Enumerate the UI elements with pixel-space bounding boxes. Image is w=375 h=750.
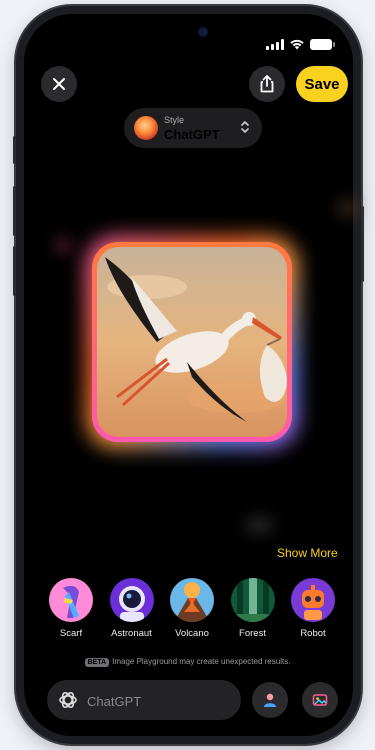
person-icon	[264, 693, 276, 707]
suggestion-forest[interactable]: Forest	[226, 578, 280, 639]
suggestion-label: Robot	[300, 628, 326, 639]
volume-down-button	[13, 246, 16, 296]
generated-image[interactable]	[92, 242, 292, 442]
share-icon	[260, 75, 274, 93]
suggestions-title: Suggestions	[48, 546, 127, 561]
suggestion-label: Forest	[239, 628, 266, 639]
chevron-updown-icon	[241, 121, 249, 133]
wifi-icon	[290, 39, 304, 50]
style-kicker: Style	[164, 115, 185, 125]
suggestion-label: Scarf	[59, 628, 83, 639]
battery-icon	[310, 39, 335, 50]
suggestions-row: Scarf Astronaut Volcano Forest Robot	[44, 578, 340, 639]
signal-icon	[266, 39, 284, 50]
prompt-input[interactable]	[85, 690, 239, 712]
dynamic-island	[122, 18, 220, 46]
volume-up-button	[13, 186, 16, 236]
robot-icon	[291, 578, 335, 622]
suggestion-label: Volcano	[175, 628, 209, 639]
disclaimer-text: Image Playground may create unexpected r…	[112, 657, 291, 666]
suggestion-astronaut[interactable]: Astronaut	[105, 578, 159, 639]
scarf-icon	[49, 578, 93, 622]
prompt-bar[interactable]	[47, 680, 241, 720]
disclaimer: BETA Image Playground may create unexpect…	[0, 657, 375, 667]
suggestion-scarf[interactable]: Scarf	[44, 578, 98, 639]
action-button	[13, 136, 16, 164]
suggestion-label: Astronaut	[111, 628, 152, 639]
beta-badge: BETA	[84, 658, 110, 667]
astronaut-icon	[109, 578, 154, 622]
share-button[interactable]	[249, 66, 285, 102]
camera-dot	[198, 27, 208, 37]
status-icons	[266, 39, 335, 50]
style-name: ChatGPT	[164, 127, 220, 142]
suggestion-volcano[interactable]: Volcano	[165, 578, 219, 639]
volcano-icon	[170, 578, 214, 622]
status-time: 9:41	[52, 24, 83, 41]
ambient-glow	[56, 238, 70, 252]
photo-icon	[312, 694, 328, 706]
person-button[interactable]	[252, 682, 288, 718]
save-button[interactable]: Save	[296, 66, 348, 102]
show-more-link[interactable]: Show More	[277, 546, 338, 560]
suggestion-robot[interactable]: Robot	[286, 578, 340, 639]
style-picker[interactable]: Style ChatGPT	[124, 108, 262, 148]
ambient-glow	[244, 518, 274, 532]
ambient-glow	[338, 198, 358, 218]
chatgpt-icon	[59, 691, 77, 709]
stork-illustration	[97, 247, 287, 437]
close-icon	[53, 78, 65, 90]
photo-button[interactable]	[302, 682, 338, 718]
power-button	[361, 206, 364, 282]
close-button[interactable]	[41, 66, 77, 102]
style-thumbnail	[134, 116, 158, 140]
forest-icon	[230, 578, 275, 622]
